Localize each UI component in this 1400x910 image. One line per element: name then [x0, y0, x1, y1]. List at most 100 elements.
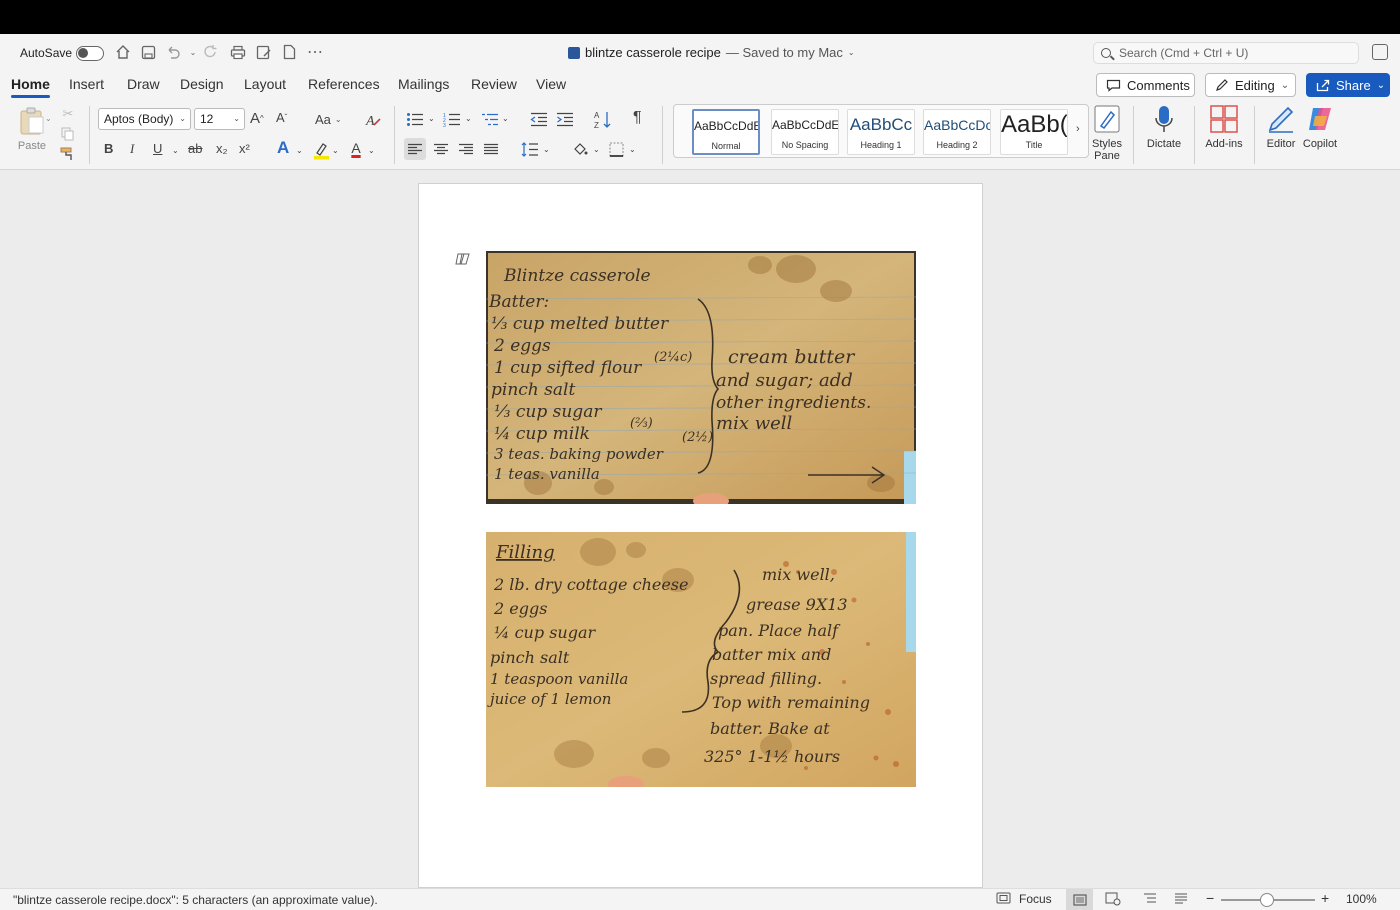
redo-icon[interactable]: [202, 43, 220, 61]
undo-icon[interactable]: [164, 43, 182, 61]
superscript-button[interactable]: x²: [239, 141, 250, 156]
zoom-slider-thumb[interactable]: [1260, 893, 1274, 907]
show-formatting-marks-icon[interactable]: ¶: [633, 109, 642, 127]
undo-dropdown-icon[interactable]: ⌄: [184, 43, 202, 61]
style-heading-2[interactable]: AaBbCcDc Heading 2: [923, 109, 991, 155]
zoom-in-icon[interactable]: +: [1321, 890, 1329, 906]
line-spacing-icon[interactable]: [520, 138, 540, 160]
chevron-down-icon[interactable]: ⌄: [593, 145, 600, 154]
styles-pane-button[interactable]: Styles Pane: [1090, 104, 1124, 162]
bullets-icon[interactable]: [405, 110, 425, 128]
editor-button[interactable]: Editor: [1263, 104, 1299, 150]
numbering-icon[interactable]: 123: [442, 110, 462, 128]
recipe-1-ingredient: 2 eggs: [493, 336, 551, 356]
copilot-label: Copilot: [1302, 138, 1338, 150]
tab-review[interactable]: Review: [471, 76, 517, 92]
zoom-out-icon[interactable]: −: [1206, 890, 1214, 906]
account-icon[interactable]: [1372, 44, 1388, 60]
subscript-button[interactable]: x₂: [216, 141, 228, 156]
autosave-toggle[interactable]: [76, 46, 104, 61]
chevron-down-icon[interactable]: ⌄: [368, 146, 375, 155]
chevron-down-icon[interactable]: ⌄: [296, 146, 303, 155]
shading-icon[interactable]: [570, 138, 590, 160]
chevron-down-icon[interactable]: ⌄: [332, 146, 339, 155]
comments-button[interactable]: Comments: [1096, 73, 1195, 97]
borders-icon[interactable]: [606, 138, 626, 160]
new-document-icon[interactable]: [280, 43, 298, 61]
style-heading-1[interactable]: AaBbCc Heading 1: [847, 109, 915, 155]
ribbon-divider: [1133, 106, 1134, 164]
tab-references[interactable]: References: [308, 76, 380, 92]
tab-draw[interactable]: Draw: [127, 76, 160, 92]
tab-mailings[interactable]: Mailings: [398, 76, 449, 92]
focus-icon[interactable]: [996, 892, 1011, 907]
cut-icon[interactable]: ✂: [60, 106, 76, 122]
style-title[interactable]: AaBb( Title: [1000, 109, 1068, 155]
focus-label[interactable]: Focus: [1019, 892, 1052, 906]
dictate-button[interactable]: Dictate: [1143, 104, 1185, 150]
strikethrough-button[interactable]: ab: [188, 141, 202, 156]
format-painter-icon[interactable]: [60, 146, 76, 162]
add-ins-button[interactable]: Add-ins: [1203, 104, 1245, 150]
chevron-down-icon[interactable]: ⌄: [428, 114, 435, 123]
draft-view-icon[interactable]: [1174, 892, 1188, 907]
text-effects-button[interactable]: A: [277, 138, 289, 158]
chevron-down-icon[interactable]: ⌄: [465, 114, 472, 123]
styles-more-icon[interactable]: ›: [1076, 123, 1080, 135]
sort-icon[interactable]: AZ: [593, 109, 613, 129]
decrease-indent-icon[interactable]: [529, 110, 549, 128]
recipe-photo-filling[interactable]: Filling 2 lb. dry cottage cheese 2 eggs …: [486, 532, 916, 787]
zoom-level[interactable]: 100%: [1346, 892, 1377, 906]
home-icon[interactable]: [114, 43, 132, 61]
web-layout-icon[interactable]: [1105, 892, 1121, 909]
document-title[interactable]: blintze casserole recipe — Saved to my M…: [568, 45, 855, 60]
font-color-button[interactable]: A: [347, 138, 365, 158]
underline-button[interactable]: U: [153, 141, 162, 156]
tab-view[interactable]: View: [536, 76, 566, 92]
tab-home[interactable]: Home: [11, 76, 50, 98]
word-count-status[interactable]: "blintze casserole recipe.docx": 5 chara…: [13, 893, 378, 907]
save-icon[interactable]: [139, 43, 157, 61]
copy-icon[interactable]: [60, 126, 76, 142]
tab-insert[interactable]: Insert: [69, 76, 104, 92]
multilevel-list-icon[interactable]: [480, 110, 500, 128]
paste-button[interactable]: Paste: [14, 106, 50, 152]
style-normal[interactable]: AaBbCcDdE Normal: [692, 109, 760, 155]
paste-dropdown-icon[interactable]: ⌄: [45, 114, 52, 123]
edit-document-icon[interactable]: [255, 43, 273, 61]
change-case-button[interactable]: Aa ⌄: [315, 112, 342, 127]
tab-design[interactable]: Design: [180, 76, 224, 92]
editing-mode-button[interactable]: Editing ⌄: [1205, 73, 1296, 97]
recipe-photo-batter[interactable]: Blintze casserole Batter: ⅓ cup melted b…: [486, 251, 916, 504]
justify-icon[interactable]: [481, 138, 501, 160]
share-button[interactable]: Share ⌄: [1306, 73, 1390, 97]
align-left-icon[interactable]: [404, 138, 426, 160]
chevron-down-icon[interactable]: ⌄: [629, 145, 636, 154]
grow-font-icon[interactable]: A ^: [250, 110, 264, 127]
align-right-icon[interactable]: [456, 138, 476, 160]
ribbon-divider: [89, 106, 90, 164]
shrink-font-icon[interactable]: Aˇ: [276, 110, 287, 125]
chevron-down-icon[interactable]: ⌄: [172, 146, 179, 155]
copilot-margin-icon[interactable]: [455, 252, 471, 266]
tab-layout[interactable]: Layout: [244, 76, 286, 92]
align-center-icon[interactable]: [431, 138, 451, 160]
ribbon-divider: [1194, 106, 1195, 164]
highlight-color-icon[interactable]: [312, 140, 330, 160]
print-layout-icon[interactable]: [1066, 889, 1093, 910]
clear-formatting-icon[interactable]: A: [364, 109, 382, 129]
more-options-icon[interactable]: ⋯: [306, 43, 324, 61]
font-color-label: A: [351, 140, 361, 156]
increase-indent-icon[interactable]: [555, 110, 575, 128]
print-icon[interactable]: [229, 43, 247, 61]
search-input[interactable]: Search (Cmd + Ctrl + U): [1093, 42, 1359, 64]
font-size-select[interactable]: 12 ⌄: [194, 108, 245, 130]
style-no-spacing[interactable]: AaBbCcDdE No Spacing: [771, 109, 839, 155]
copilot-button[interactable]: Copilot: [1300, 104, 1340, 150]
italic-button[interactable]: I: [130, 141, 134, 157]
bold-button[interactable]: B: [104, 141, 113, 156]
font-name-select[interactable]: Aptos (Body) ⌄: [98, 108, 191, 130]
chevron-down-icon[interactable]: ⌄: [543, 145, 550, 154]
outline-view-icon[interactable]: [1143, 892, 1157, 907]
chevron-down-icon[interactable]: ⌄: [502, 114, 509, 123]
